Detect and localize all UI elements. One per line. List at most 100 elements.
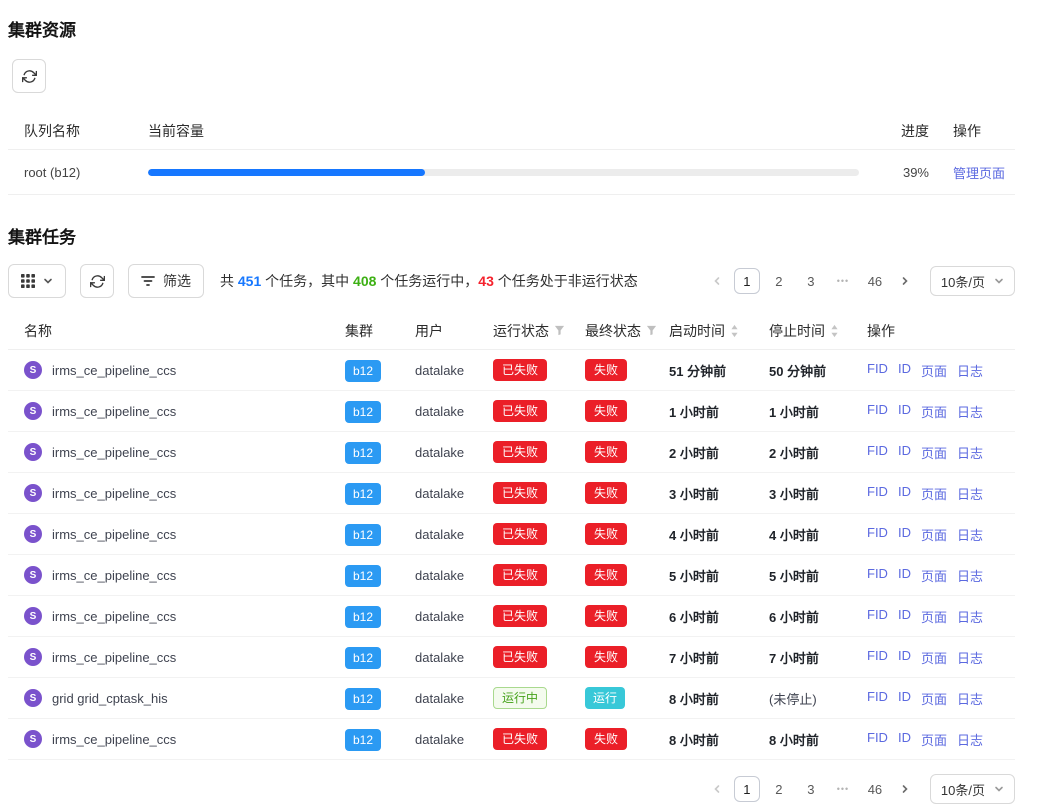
- task-action-link[interactable]: 日志: [957, 730, 983, 749]
- chevron-down-icon: [43, 276, 53, 286]
- task-action-link[interactable]: ID: [898, 525, 911, 544]
- resources-refresh-button[interactable]: [12, 59, 46, 93]
- task-action-link[interactable]: 页面: [921, 402, 947, 421]
- chevron-right-icon: [900, 276, 910, 286]
- resources-title: 集群资源: [8, 16, 1015, 41]
- page-button[interactable]: 46: [862, 776, 888, 802]
- final-status-badge: 失败: [585, 646, 627, 668]
- filter-funnel-icon[interactable]: [646, 325, 657, 336]
- refresh-icon: [22, 69, 37, 84]
- task-action-link[interactable]: 页面: [921, 607, 947, 626]
- task-action-link[interactable]: FID: [867, 484, 888, 503]
- task-user: datalake: [415, 363, 493, 378]
- filter-button[interactable]: 筛选: [128, 264, 204, 298]
- task-action-link[interactable]: FID: [867, 443, 888, 462]
- task-action-link[interactable]: ID: [898, 484, 911, 503]
- task-action-link[interactable]: 页面: [921, 484, 947, 503]
- task-action-link[interactable]: FID: [867, 689, 888, 708]
- task-action-link[interactable]: 日志: [957, 566, 983, 585]
- page-button[interactable]: 46: [862, 268, 888, 294]
- sort-icon[interactable]: [830, 324, 839, 338]
- task-action-link[interactable]: ID: [898, 648, 911, 667]
- page-button[interactable]: 2: [766, 776, 792, 802]
- task-action-link[interactable]: ID: [898, 689, 911, 708]
- column-settings-button[interactable]: [8, 264, 66, 298]
- task-avatar: S: [24, 361, 42, 379]
- task-action-link[interactable]: FID: [867, 525, 888, 544]
- task-user: datalake: [415, 445, 493, 460]
- task-action-link[interactable]: ID: [898, 730, 911, 749]
- filter-button-label: 筛选: [163, 271, 191, 291]
- task-name: irms_ce_pipeline_ccs: [52, 650, 176, 665]
- page-size-label: 10条/页: [941, 272, 985, 291]
- run-status-badge: 已失败: [493, 646, 547, 668]
- task-action-link[interactable]: 日志: [957, 402, 983, 421]
- start-time: 3 小时前: [669, 484, 769, 503]
- task-action-link[interactable]: 日志: [957, 689, 983, 708]
- prev-page-button[interactable]: [706, 776, 728, 802]
- cluster-tag: b12: [345, 483, 381, 505]
- task-action-link[interactable]: ID: [898, 361, 911, 380]
- task-action-link[interactable]: FID: [867, 730, 888, 749]
- task-avatar: S: [24, 730, 42, 748]
- cluster-tag: b12: [345, 729, 381, 751]
- page-button[interactable]: 3: [798, 776, 824, 802]
- task-action-link[interactable]: 日志: [957, 484, 983, 503]
- run-status-badge: 已失败: [493, 441, 547, 463]
- next-page-button[interactable]: [894, 776, 916, 802]
- task-row: S grid grid_cptask_his b12 datalake 运行中 …: [8, 678, 1015, 719]
- sort-icon[interactable]: [730, 324, 739, 338]
- tasks-title: 集群任务: [8, 223, 1015, 248]
- final-status-badge: 失败: [585, 728, 627, 750]
- task-action-link[interactable]: 页面: [921, 648, 947, 667]
- task-action-link[interactable]: 页面: [921, 361, 947, 380]
- task-action-link[interactable]: FID: [867, 566, 888, 585]
- run-status-badge: 已失败: [493, 564, 547, 586]
- task-action-link[interactable]: 日志: [957, 525, 983, 544]
- next-page-button[interactable]: [894, 268, 916, 294]
- stop-time: 7 小时前: [769, 648, 867, 667]
- run-status-badge: 已失败: [493, 605, 547, 627]
- page-button[interactable]: 1: [734, 268, 760, 294]
- prev-page-button[interactable]: [706, 268, 728, 294]
- task-action-link[interactable]: 日志: [957, 607, 983, 626]
- task-user: datalake: [415, 732, 493, 747]
- task-action-link[interactable]: FID: [867, 361, 888, 380]
- task-action-link[interactable]: 页面: [921, 689, 947, 708]
- filter-funnel-icon[interactable]: [554, 325, 565, 336]
- task-row: S irms_ce_pipeline_ccs b12 datalake 已失败 …: [8, 637, 1015, 678]
- task-action-link[interactable]: 日志: [957, 648, 983, 667]
- run-status-badge: 运行中: [493, 687, 547, 709]
- task-action-link[interactable]: 日志: [957, 361, 983, 380]
- tasks-toolbar: 筛选 共 451 个任务，其中 408 个任务运行中，43 个任务处于非运行状态…: [8, 264, 1015, 298]
- not-running-count: 43: [478, 273, 494, 289]
- page-size-select[interactable]: 10条/页: [930, 266, 1015, 296]
- task-action-link[interactable]: FID: [867, 648, 888, 667]
- stop-time: 1 小时前: [769, 402, 867, 421]
- stop-time: 50 分钟前: [769, 361, 867, 380]
- tasks-refresh-button[interactable]: [80, 264, 114, 298]
- pagination-ellipsis: •••: [830, 268, 856, 294]
- task-action-link[interactable]: 页面: [921, 525, 947, 544]
- page-button[interactable]: 3: [798, 268, 824, 294]
- resources-table: 队列名称 当前容量 进度 操作 root (b12) 39% 管理页面: [8, 113, 1015, 195]
- task-action-link[interactable]: FID: [867, 607, 888, 626]
- task-user: datalake: [415, 691, 493, 706]
- manage-page-link[interactable]: 管理页面: [953, 166, 1005, 181]
- tasks-table: 名称 集群 用户 运行状态 最终状态 启动时间 停止时间 操作 S irms_c…: [8, 312, 1015, 760]
- task-action-link[interactable]: 页面: [921, 443, 947, 462]
- page-button[interactable]: 1: [734, 776, 760, 802]
- col-start-time: 启动时间: [669, 321, 769, 341]
- task-action-link[interactable]: 页面: [921, 566, 947, 585]
- task-action-link[interactable]: 日志: [957, 443, 983, 462]
- task-action-link[interactable]: ID: [898, 402, 911, 421]
- task-action-link[interactable]: FID: [867, 402, 888, 421]
- page-size-select[interactable]: 10条/页: [930, 774, 1015, 804]
- task-action-link[interactable]: ID: [898, 607, 911, 626]
- task-name: irms_ce_pipeline_ccs: [52, 363, 176, 378]
- page-button[interactable]: 2: [766, 268, 792, 294]
- task-action-link[interactable]: ID: [898, 443, 911, 462]
- task-action-link[interactable]: ID: [898, 566, 911, 585]
- task-action-link[interactable]: 页面: [921, 730, 947, 749]
- cluster-tag: b12: [345, 401, 381, 423]
